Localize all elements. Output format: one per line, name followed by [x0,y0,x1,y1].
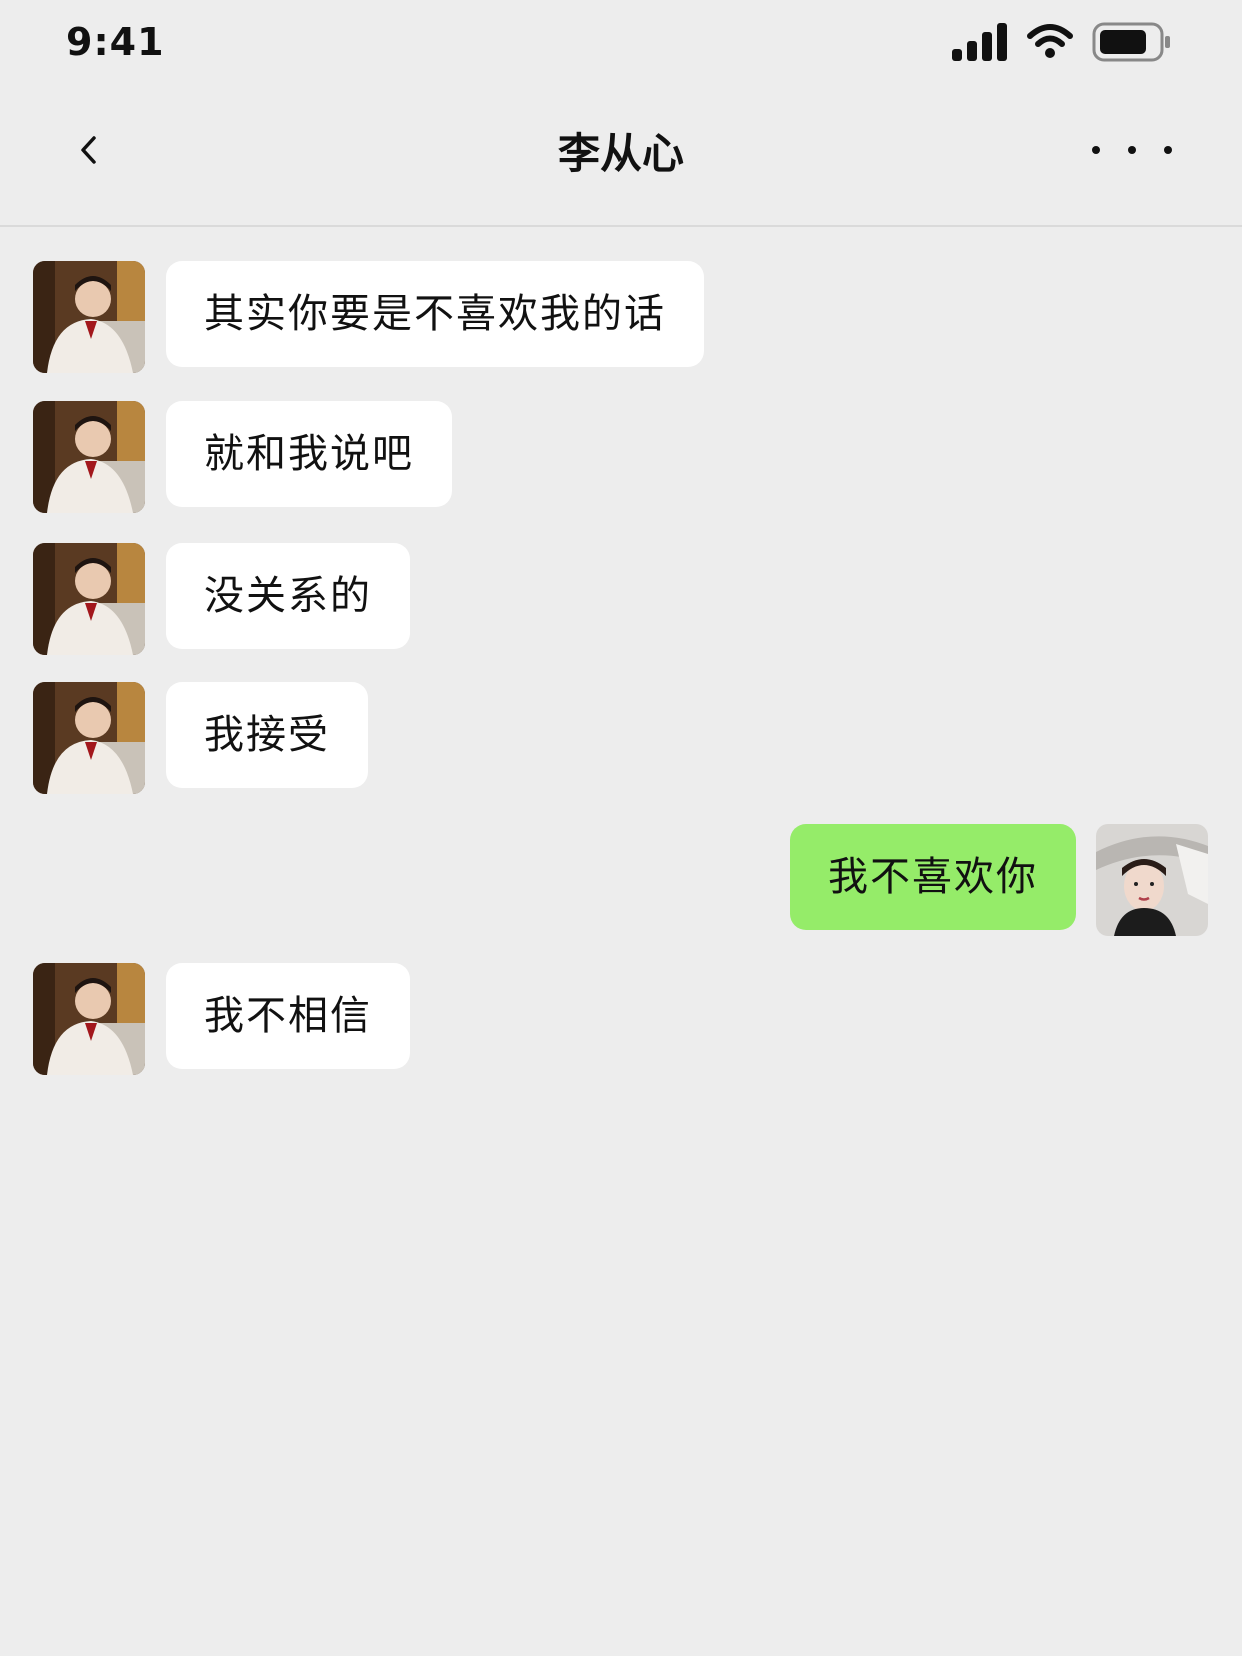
my-avatar[interactable] [1096,824,1208,936]
message-row: 我不喜欢你 [0,824,1242,936]
status-time: 9:41 [66,20,165,64]
message-bubble-incoming[interactable]: 我接受 [166,682,368,788]
message-row: 其实你要是不喜欢我的话 [0,261,1242,373]
message-row: 就和我说吧 [0,401,1242,513]
message-row: 我不相信 [0,963,1242,1075]
battery-icon [1092,22,1170,62]
message-bubble-incoming[interactable]: 我不相信 [166,963,410,1069]
contact-avatar[interactable] [33,543,145,655]
message-bubble-incoming[interactable]: 其实你要是不喜欢我的话 [166,261,704,367]
message-bubble-incoming[interactable]: 没关系的 [166,543,410,649]
chat-header: 李从心 [0,90,1242,227]
message-bubble-outgoing[interactable]: 我不喜欢你 [790,824,1076,930]
more-button[interactable] [1092,130,1172,170]
status-bar: 9:41 [0,0,1242,90]
message-row: 没关系的 [0,543,1242,655]
message-bubble-incoming[interactable]: 就和我说吧 [166,401,452,507]
chevron-left-icon [81,136,96,164]
wifi-icon [1027,24,1073,58]
status-icons [952,22,1172,62]
contact-avatar[interactable] [33,682,145,794]
contact-avatar[interactable] [33,261,145,373]
message-row: 我接受 [0,682,1242,794]
contact-avatar[interactable] [33,963,145,1075]
cellular-signal-icon [952,23,1007,61]
more-dots-icon [1092,146,1100,154]
chat-title: 李从心 [557,129,684,178]
back-button[interactable] [58,120,118,180]
contact-avatar[interactable] [33,401,145,513]
